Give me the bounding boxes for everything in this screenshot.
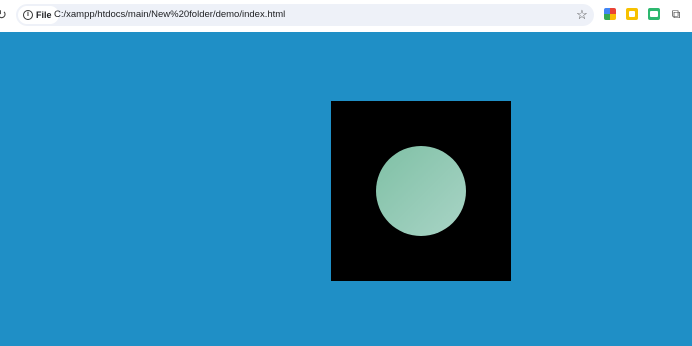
security-chip-label: File — [36, 10, 52, 20]
url-text[interactable]: C:/xampp/htdocs/main/New%20folder/demo/i… — [54, 4, 285, 26]
puzzle-icon[interactable]: ⧉ — [668, 6, 684, 22]
screen-extension-icon[interactable] — [648, 8, 660, 20]
notes-extension-icon[interactable] — [626, 8, 638, 20]
black-square — [331, 101, 511, 281]
info-icon: i — [23, 10, 33, 20]
browser-toolbar: ↻ i File C:/xampp/htdocs/main/New%20fold… — [0, 0, 692, 32]
gradient-circle — [376, 146, 466, 236]
site-info-chip[interactable]: i File — [18, 6, 59, 24]
star-icon[interactable]: ☆ — [573, 6, 591, 24]
address-bar[interactable]: i File C:/xampp/htdocs/main/New%20folder… — [16, 4, 594, 26]
page-content — [0, 32, 692, 346]
reload-icon[interactable]: ↻ — [0, 8, 10, 22]
google-extension-icon[interactable] — [604, 8, 616, 20]
